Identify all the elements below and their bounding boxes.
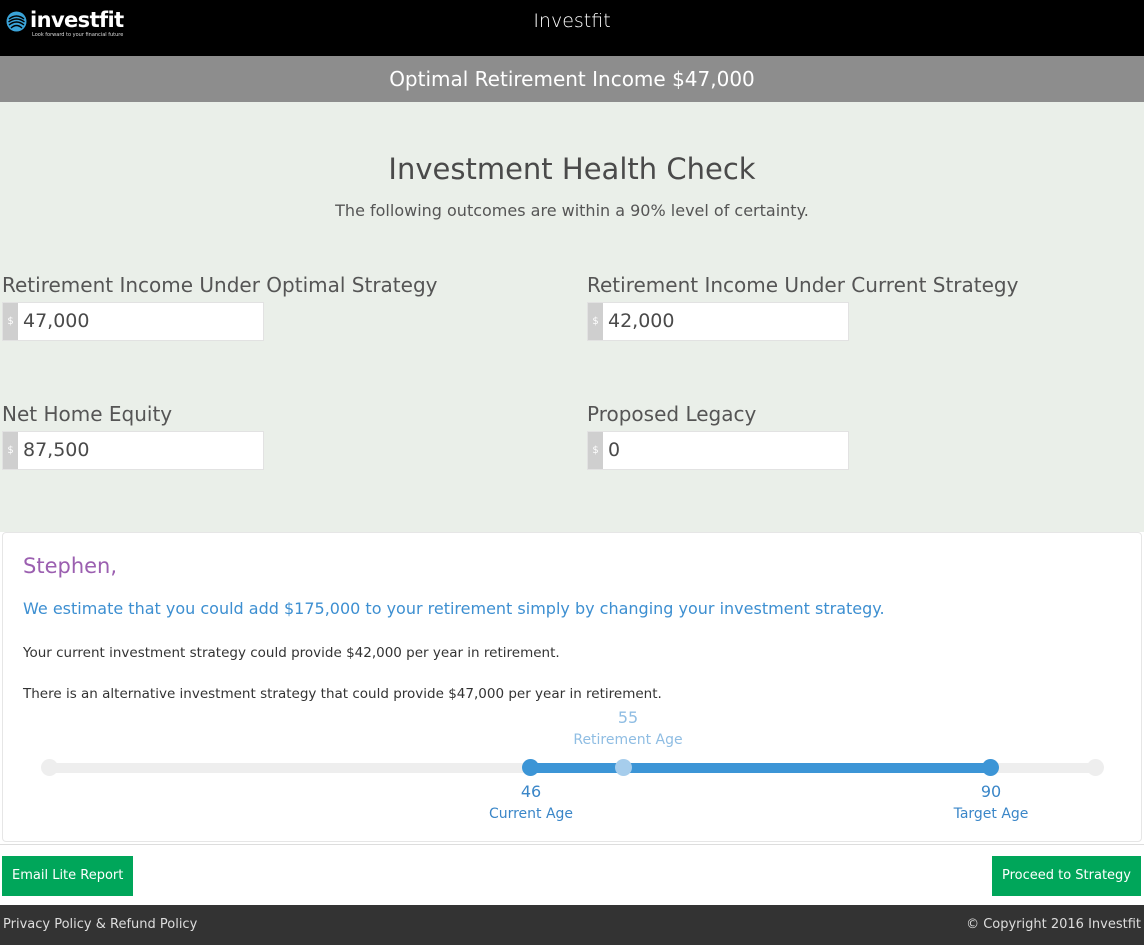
optimal-income-banner: Optimal Retirement Income $47,000 — [0, 56, 1144, 102]
dollar-prefix: $ — [588, 303, 603, 340]
retirement-age-value: 55 — [617, 708, 639, 727]
health-check-title: Investment Health Check — [388, 152, 756, 186]
optimal-income-label: Retirement Income Under Optimal Strategy — [2, 273, 438, 297]
current-income-field: Retirement Income Under Current Strategy… — [587, 273, 1019, 341]
retirement-age-handle[interactable] — [615, 759, 632, 776]
target-age-label: Target Age — [953, 806, 1029, 822]
current-age-handle[interactable] — [522, 759, 539, 776]
age-slider: 55 Retirement Age 46 Current Age 90 Targ… — [3, 703, 1143, 833]
current-strategy-text: Your current investment strategy could p… — [23, 645, 560, 661]
dollar-prefix: $ — [588, 432, 603, 469]
action-bar: Email Lite Report Proceed to Strategy — [0, 844, 1144, 905]
slider-track-end — [1087, 759, 1104, 776]
target-age-value: 90 — [980, 782, 1002, 801]
home-equity-input[interactable] — [23, 432, 259, 469]
current-age-value: 46 — [520, 782, 542, 801]
alternative-strategy-text: There is an alternative investment strat… — [23, 686, 662, 702]
home-equity-box: $ — [2, 431, 264, 470]
current-age-label: Current Age — [488, 806, 574, 822]
slider-track-start — [41, 759, 58, 776]
email-lite-report-button[interactable]: Email Lite Report — [2, 856, 134, 896]
logo-tagline: Look forward to your financial future — [32, 32, 124, 38]
home-equity-field: Net Home Equity $ — [2, 402, 264, 470]
proposed-legacy-label: Proposed Legacy — [587, 402, 757, 426]
estimate-message: We estimate that you could add $175,000 … — [23, 599, 885, 618]
app-title: Investfit — [533, 10, 611, 32]
optimal-income-box: $ — [2, 302, 264, 341]
top-header: investfit Look forward to your financial… — [0, 0, 1144, 56]
proposed-legacy-field: Proposed Legacy $ — [587, 402, 849, 470]
dollar-prefix: $ — [3, 432, 18, 469]
copyright-text: © Copyright 2016 Investfit — [966, 917, 1141, 932]
proposed-legacy-box: $ — [587, 431, 849, 470]
optimal-income-input[interactable] — [23, 303, 259, 340]
current-income-box: $ — [587, 302, 849, 341]
health-check-section: Investment Health Check The following ou… — [0, 102, 1144, 532]
proposed-legacy-input[interactable] — [608, 432, 844, 469]
home-equity-label: Net Home Equity — [2, 402, 173, 426]
dollar-prefix: $ — [3, 303, 18, 340]
current-income-label: Retirement Income Under Current Strategy — [587, 273, 1019, 297]
proceed-to-strategy-button[interactable]: Proceed to Strategy — [991, 856, 1141, 896]
retirement-age-label: Retirement Age — [573, 732, 683, 748]
greeting: Stephen, — [23, 554, 118, 578]
privacy-policy-link[interactable]: Privacy Policy & Refund Policy — [3, 905, 197, 945]
optimal-income-field: Retirement Income Under Optimal Strategy… — [2, 273, 438, 341]
summary-card: Stephen, We estimate that you could add … — [2, 532, 1142, 842]
page-footer: Privacy Policy & Refund Policy © Copyrig… — [0, 905, 1144, 945]
slider-range — [531, 763, 991, 773]
target-age-handle[interactable] — [982, 759, 999, 776]
current-income-input[interactable] — [608, 303, 844, 340]
health-check-subtitle: The following outcomes are within a 90% … — [335, 201, 809, 220]
